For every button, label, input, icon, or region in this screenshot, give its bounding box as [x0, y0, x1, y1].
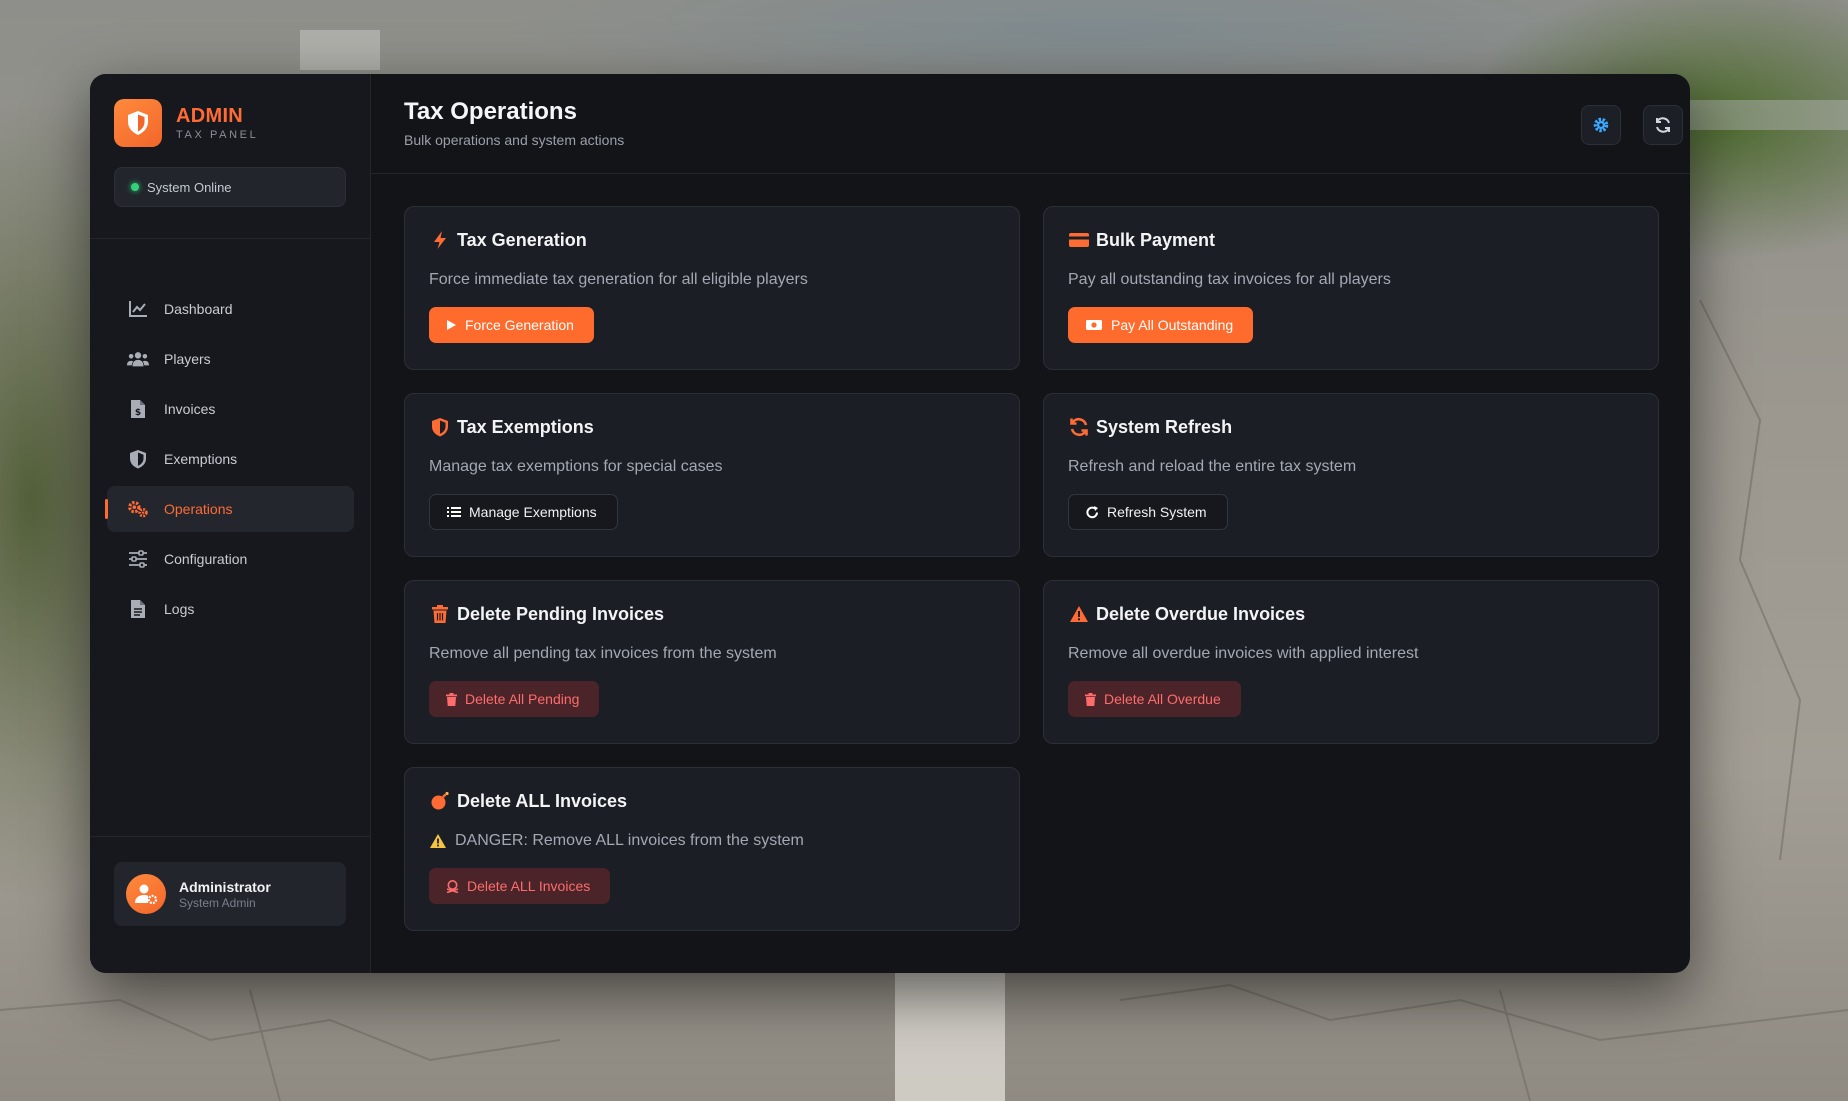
delete-all-overdue-button[interactable]: Delete All Overdue: [1068, 681, 1241, 717]
credit-card-icon: [1068, 229, 1090, 251]
play-icon: [446, 319, 457, 331]
road-marking: [895, 970, 1005, 1101]
skull-icon: [446, 879, 459, 893]
brand-subtitle: TAX PANEL: [176, 128, 259, 141]
button-label: Manage Exemptions: [469, 504, 597, 520]
shield-logo-icon: [114, 99, 162, 147]
card-title: Delete Pending Invoices: [457, 603, 665, 624]
settings-button[interactable]: [1581, 105, 1621, 145]
card-title: Tax Exemptions: [457, 416, 594, 437]
button-label: Pay All Outstanding: [1111, 317, 1234, 333]
sidebar-item-label: Logs: [164, 601, 195, 617]
user-role: System Admin: [179, 895, 256, 910]
sidebar-item-label: Dashboard: [164, 301, 233, 317]
card-delete-overdue: Delete Overdue Invoices Remove all overd…: [1043, 580, 1659, 744]
user-profile[interactable]: Administrator System Admin: [114, 862, 346, 926]
page-title: Tax Operations: [404, 98, 577, 125]
status-label: System Online: [147, 179, 232, 195]
status-dot-icon: [131, 183, 139, 191]
card-title: System Refresh: [1096, 416, 1233, 437]
button-label: Refresh System: [1107, 504, 1207, 520]
sync-icon: [1068, 416, 1090, 438]
bolt-icon: [429, 229, 451, 251]
delete-all-pending-button[interactable]: Delete All Pending: [429, 681, 600, 717]
warning-icon: [429, 833, 447, 849]
money-icon: [1085, 319, 1103, 331]
card-description-text: DANGER: Remove ALL invoices from the sys…: [455, 832, 804, 849]
card-title: Bulk Payment: [1096, 229, 1216, 250]
list-icon: [447, 506, 461, 518]
trash-icon: [1085, 692, 1096, 706]
sidebar-item-operations[interactable]: Operations: [105, 486, 354, 532]
bomb-icon: [429, 790, 451, 812]
divider: [90, 238, 370, 239]
divider: [90, 836, 370, 837]
user-name: Administrator: [179, 878, 271, 895]
page-subtitle: Bulk operations and system actions: [404, 132, 625, 148]
card-system-refresh: System Refresh Refresh and reload the en…: [1043, 393, 1659, 557]
brand: ADMIN TAX PANEL: [114, 99, 258, 147]
force-generation-button[interactable]: Force Generation: [429, 307, 594, 343]
sidebar-item-label: Configuration: [164, 551, 248, 567]
card-tax-generation: Tax Generation Force immediate tax gener…: [404, 206, 1020, 370]
button-label: Force Generation: [465, 317, 574, 333]
invoice-icon: $: [127, 398, 149, 420]
card-description: Remove all overdue invoices with applied…: [1068, 645, 1419, 662]
button-label: Delete All Overdue: [1104, 691, 1221, 707]
sidebar-item-logs[interactable]: Logs: [107, 586, 354, 632]
card-delete-pending: Delete Pending Invoices Remove all pendi…: [404, 580, 1020, 744]
card-description: DANGER: Remove ALL invoices from the sys…: [429, 832, 804, 850]
card-title: Delete Overdue Invoices: [1096, 603, 1306, 624]
page-header: Tax Operations Bulk operations and syste…: [371, 74, 1690, 174]
settings-icon: [1592, 116, 1610, 134]
card-description: Pay all outstanding tax invoices for all…: [1068, 271, 1391, 288]
sidebar-item-label: Players: [164, 351, 211, 367]
delete-all-invoices-button[interactable]: Delete ALL Invoices: [429, 868, 611, 904]
refresh-system-button[interactable]: Refresh System: [1068, 494, 1228, 530]
admin-window: ADMIN TAX PANEL System Online Dashboard …: [90, 74, 1690, 973]
sidebar: ADMIN TAX PANEL System Online Dashboard …: [90, 74, 371, 973]
card-description: Remove all pending tax invoices from the…: [429, 645, 777, 662]
sidebar-item-exemptions[interactable]: Exemptions: [107, 436, 354, 482]
sidebar-item-label: Operations: [164, 501, 233, 517]
chart-line-icon: [127, 298, 149, 320]
card-tax-exemptions: Tax Exemptions Manage tax exemptions for…: [404, 393, 1020, 557]
redo-icon: [1086, 505, 1099, 519]
main-content: Tax Operations Bulk operations and syste…: [371, 74, 1690, 973]
sidebar-item-configuration[interactable]: Configuration: [107, 536, 354, 582]
manage-exemptions-button[interactable]: Manage Exemptions: [429, 494, 618, 530]
card-title: Tax Generation: [457, 229, 587, 250]
svg-text:$: $: [135, 408, 141, 418]
card-title: Delete ALL Invoices: [457, 790, 628, 811]
sidebar-nav: Dashboard Players $ Invoices Exemptions: [105, 286, 354, 636]
cogs-icon: [127, 498, 149, 520]
card-bulk-payment: Bulk Payment Pay all outstanding tax inv…: [1043, 206, 1659, 370]
pay-all-outstanding-button[interactable]: Pay All Outstanding: [1068, 307, 1254, 343]
sliders-icon: [127, 548, 149, 570]
card-description: Refresh and reload the entire tax system: [1068, 458, 1357, 475]
sidebar-item-invoices[interactable]: $ Invoices: [107, 386, 354, 432]
system-status: System Online: [114, 167, 346, 207]
sidebar-item-label: Invoices: [164, 401, 216, 417]
warning-icon: [1068, 603, 1090, 625]
sidebar-item-label: Exemptions: [164, 451, 238, 467]
avatar: [126, 874, 166, 914]
users-icon: [127, 348, 149, 370]
card-description: Manage tax exemptions for special cases: [429, 458, 723, 475]
sidebar-item-dashboard[interactable]: Dashboard: [107, 286, 354, 332]
shield-icon: [429, 416, 451, 438]
file-icon: [127, 598, 149, 620]
brand-title: ADMIN: [176, 104, 244, 127]
sidebar-item-players[interactable]: Players: [107, 336, 354, 382]
card-delete-all: Delete ALL Invoices DANGER: Remove ALL i…: [404, 767, 1020, 931]
trash-icon: [429, 603, 451, 625]
refresh-button[interactable]: [1643, 105, 1683, 145]
refresh-icon: [1654, 116, 1672, 134]
button-label: Delete All Pending: [465, 691, 580, 707]
shield-icon: [127, 448, 149, 470]
trash-icon: [446, 692, 457, 706]
card-description: Force immediate tax generation for all e…: [429, 271, 808, 288]
button-label: Delete ALL Invoices: [467, 878, 591, 894]
